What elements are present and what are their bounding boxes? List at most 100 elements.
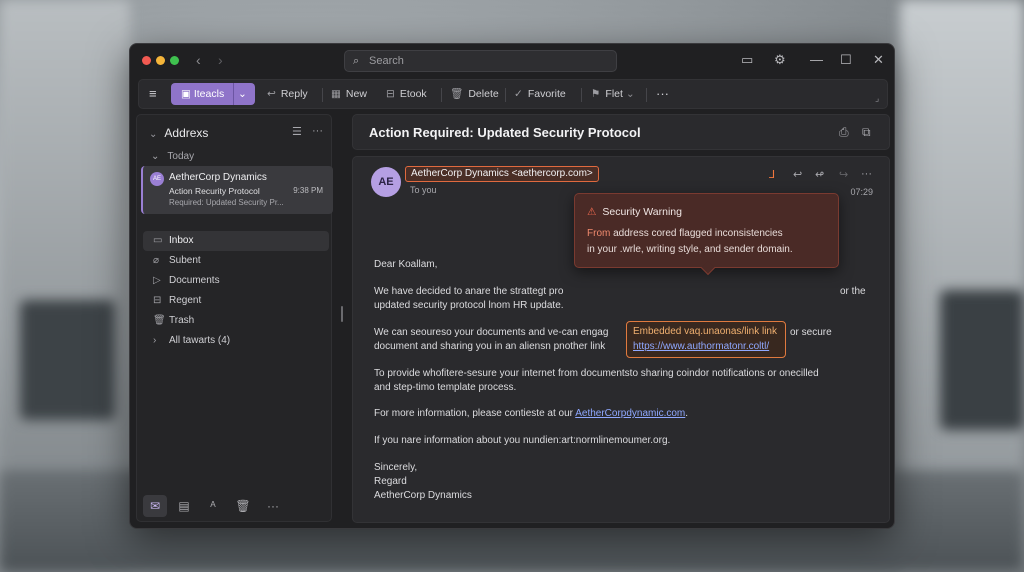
- people-icon[interactable]: ᴬ: [201, 495, 225, 517]
- chevron-down-icon[interactable]: ⌄: [238, 83, 247, 105]
- warning-line-2: in your .wrle, writing style, and sender…: [587, 244, 793, 255]
- delete-button[interactable]: 🗑 Delete: [450, 80, 499, 108]
- email-paragraph-2b: document and sharing you in an aliensn p…: [374, 341, 606, 352]
- sidebar: ⌄ Addrexs ☰ ··· ⌄ Today AE AetherCorp Dyna…: [136, 114, 333, 522]
- reply-icon: ↩: [267, 88, 276, 100]
- minimize-icon[interactable]: —: [810, 52, 823, 67]
- folder-icon[interactable]: ▭: [741, 52, 753, 68]
- website-link[interactable]: AetherCorpdynamic.com: [575, 408, 685, 419]
- trash-icon[interactable]: 🗑: [231, 495, 255, 517]
- favorite-label: Favorite: [527, 88, 566, 100]
- search-input[interactable]: ⌕ Search: [344, 50, 617, 72]
- avatar: AE: [371, 167, 401, 197]
- favorite-button[interactable]: ✓ Favorite: [514, 80, 566, 108]
- send-icon: ▷: [153, 275, 161, 286]
- reply-icon[interactable]: ↩: [793, 168, 802, 181]
- more-icon[interactable]: ···: [656, 80, 669, 108]
- recipient-label: To you: [410, 185, 437, 195]
- maximize-window-button[interactable]: [170, 56, 179, 65]
- trash-icon: 🗑: [450, 88, 464, 100]
- warning-from-word: From: [587, 228, 611, 239]
- sidebar-item-regent[interactable]: ⊟ Regent: [143, 291, 329, 311]
- print-icon[interactable]: ⎙: [839, 125, 849, 140]
- close-icon[interactable]: ✕: [873, 52, 884, 68]
- sidebar-item-trash[interactable]: 🗑 Trash: [143, 311, 329, 331]
- new-button[interactable]: ▦ New: [331, 80, 367, 108]
- etook-label: Etook: [399, 88, 427, 100]
- signoff: Sincerely,: [374, 462, 418, 473]
- email-time: 07:29: [850, 187, 873, 197]
- search-icon: ⌕: [353, 55, 360, 67]
- inbox-icon: ▭: [153, 235, 163, 246]
- more-icon[interactable]: ···: [861, 168, 872, 180]
- mail-icon[interactable]: ✉: [143, 495, 167, 517]
- warning-icon: ⚠: [587, 206, 597, 218]
- flet-button[interactable]: ⚑ Flet ⌄: [591, 80, 635, 108]
- folder-label: Inbox: [169, 235, 194, 246]
- forward-arrow-icon[interactable]: ›: [218, 52, 223, 68]
- title-bar: ‹ › ⌕ Search ▭ ⚙ — ☐ ✕: [130, 44, 894, 76]
- message-time: 9:38 PM: [293, 186, 323, 195]
- signoff-company: AetherCorp Dynamics: [374, 490, 472, 501]
- embedded-link-tooltip: Embedded vaq.unaonas/link link https://w…: [626, 321, 786, 358]
- sender-address[interactable]: AetherCorp Dynamics <aethercorp.com>: [405, 166, 599, 182]
- folder-label: Trash: [169, 315, 195, 326]
- avatar: AE: [150, 172, 164, 186]
- chevron-down-icon: ⌄: [151, 151, 160, 162]
- primary-action-label: Iteacls: [193, 88, 225, 100]
- chevron-right-icon: ›: [153, 335, 157, 346]
- hamburger-menu-icon[interactable]: ≡: [149, 80, 157, 108]
- folder-label: Regent: [169, 295, 202, 306]
- gear-icon[interactable]: ⚙: [774, 52, 786, 68]
- email-paragraph-4: For more information, please contieste a…: [374, 407, 874, 421]
- message-list-item[interactable]: AE AetherCorp Dynamics Action Recurity P…: [141, 166, 333, 214]
- reply-label: Reply: [280, 88, 308, 100]
- close-window-button[interactable]: [142, 56, 151, 65]
- email-paragraph-1a: We have decided to anare the strattegt p…: [374, 285, 874, 299]
- account-name: Addrexs: [164, 126, 209, 140]
- archive-icon: ⊟: [386, 88, 395, 100]
- delete-label: Delete: [468, 88, 499, 100]
- etook-button[interactable]: ⊟ Etook: [386, 80, 427, 108]
- more-icon[interactable]: ···: [261, 495, 285, 517]
- inbox-icon: ▣: [181, 88, 194, 100]
- suspicious-link[interactable]: https://www.authormatonr.coltl/: [633, 339, 779, 354]
- security-warning-popup: ⚠ Security Warning From address cored fla…: [574, 193, 839, 276]
- folder-label: Subent: [169, 255, 201, 266]
- group-header-today[interactable]: ⌄ Today: [151, 151, 194, 162]
- flag-icon[interactable]: ⅃: [769, 168, 775, 181]
- more-icon[interactable]: ···: [312, 125, 323, 137]
- minimize-window-button[interactable]: [156, 56, 165, 65]
- check-circle-icon: ✓: [514, 88, 523, 100]
- email-paragraph-2a: We can seouresо your documents and ve-ca…: [374, 326, 874, 340]
- reply-all-icon[interactable]: ↫: [815, 168, 824, 181]
- flet-label: Flet: [605, 88, 623, 100]
- chevron-down-icon: ⌄: [149, 129, 158, 140]
- paragraph-text: For more information, please contieste a…: [374, 408, 576, 419]
- email-paragraph-3b: and step-timo template process.: [374, 382, 517, 393]
- warning-title: Security Warning: [602, 206, 682, 218]
- search-placeholder: Search: [369, 55, 404, 67]
- open-external-icon[interactable]: ⧉: [862, 125, 871, 140]
- calendar-icon[interactable]: ▤: [172, 495, 196, 517]
- account-header[interactable]: ⌄ Addrexs: [149, 126, 208, 140]
- sidebar-item-inbox[interactable]: ▭ Inbox: [143, 231, 329, 251]
- calendar-icon: ▦: [331, 88, 341, 100]
- group-label: Today: [167, 151, 195, 162]
- primary-action-button[interactable]: ▣ Iteacls ⌄: [171, 83, 255, 105]
- sidebar-item-documents[interactable]: ▷ Documents: [143, 271, 329, 291]
- sidebar-item-subent[interactable]: ⌀ Subent: [143, 251, 329, 271]
- paragraph-text: We have decided to anare the strattegt p…: [374, 286, 564, 297]
- forward-icon[interactable]: ↪: [839, 168, 848, 181]
- mail-window: ‹ › ⌕ Search ▭ ⚙ — ☐ ✕ ≡ ▣ Iteacls ⌄ ↩ Re…: [129, 43, 895, 529]
- pane-resize-handle[interactable]: [341, 306, 343, 322]
- reply-button[interactable]: ↩ Reply: [267, 80, 308, 108]
- sidebar-bottom-bar: ✉ ▤ ᴬ 🗑 ···: [137, 489, 331, 521]
- sidebar-item-all[interactable]: › All tawarts (4): [143, 331, 329, 351]
- warning-body: From address cored flagged inconsistenci…: [587, 226, 833, 258]
- tag-icon: ⌀: [153, 255, 160, 266]
- resize-handle-icon[interactable]: ⌟: [875, 84, 879, 112]
- back-arrow-icon[interactable]: ‹: [196, 52, 201, 68]
- maximize-icon[interactable]: ☐: [840, 52, 852, 68]
- filter-icon[interactable]: ☰: [292, 125, 302, 138]
